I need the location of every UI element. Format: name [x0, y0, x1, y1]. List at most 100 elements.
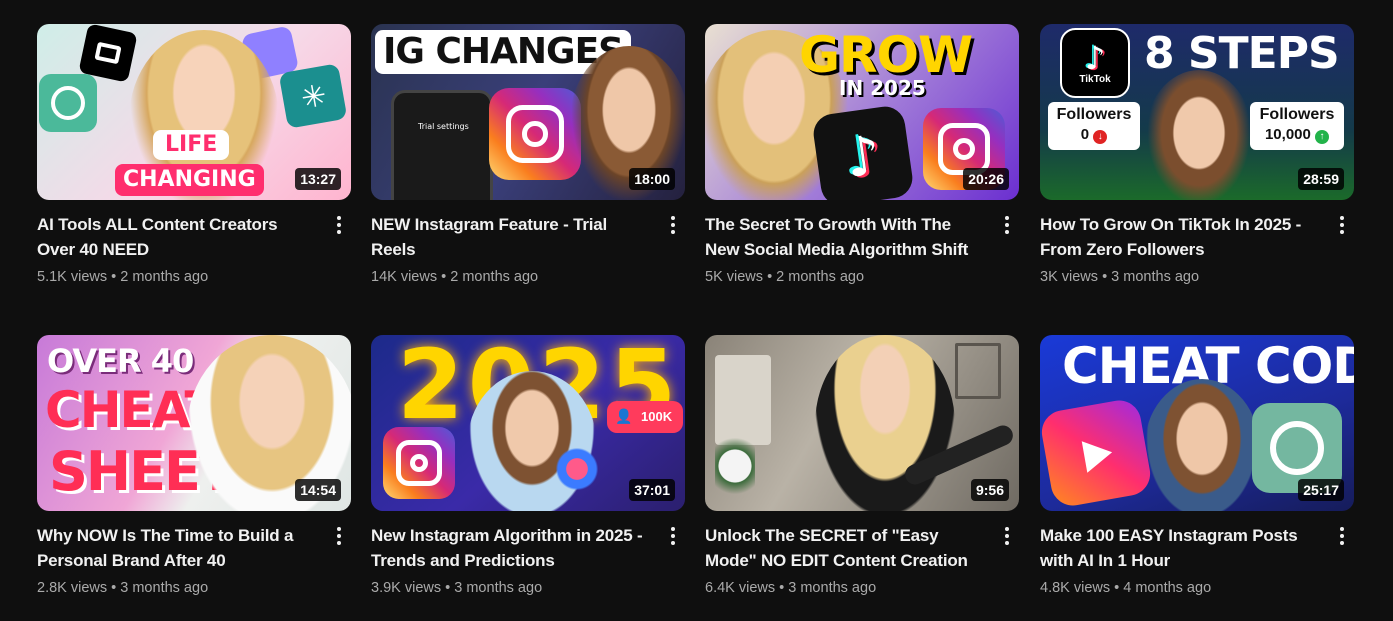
upload-age: 2 months ago	[776, 269, 865, 285]
more-vert-icon[interactable]	[661, 210, 685, 240]
more-vert-icon[interactable]	[1330, 210, 1354, 240]
reels-icon	[1040, 397, 1154, 509]
upload-age: 4 months ago	[1123, 580, 1212, 596]
video-title[interactable]: NEW Instagram Feature - Trial Reels	[371, 212, 653, 262]
video-thumbnail[interactable]: CHEAT CODE 25:17	[1040, 335, 1354, 511]
video-stats: 3.9K views • 3 months ago	[371, 578, 653, 598]
upload-age: 3 months ago	[120, 580, 209, 596]
thumbnail-text: 0	[1080, 126, 1090, 143]
video-duration: 9:56	[970, 479, 1009, 501]
video-card: ✳ LIFE CHANGING 13:27 AI Tools ALL Conte…	[37, 24, 353, 287]
view-count: 2.8K views	[37, 580, 108, 596]
separator: •	[111, 269, 117, 285]
thumbnail-text: LIFE	[153, 130, 230, 160]
video-duration: 18:00	[629, 168, 675, 190]
video-thumbnail[interactable]: 2025 👤 100K 37:01	[371, 335, 685, 511]
followers-card-start: Followers 0 ↓	[1048, 102, 1140, 150]
video-title[interactable]: How To Grow On TikTok In 2025 - From Zer…	[1040, 212, 1322, 262]
upload-age: 3 months ago	[788, 580, 877, 596]
tiktok-logo-icon: ♪ TikTok	[1060, 28, 1130, 98]
video-thumbnail[interactable]: ✳ LIFE CHANGING 13:27	[37, 24, 351, 200]
upload-age: 3 months ago	[454, 580, 543, 596]
separator: •	[445, 580, 451, 596]
video-card: ♪ TikTok 8 STEPS Followers 0 ↓ Followers…	[1040, 24, 1356, 287]
flowers-image	[715, 431, 755, 501]
video-title[interactable]: AI Tools ALL Content Creators Over 40 NE…	[37, 212, 319, 262]
view-count: 14K views	[371, 269, 438, 285]
video-title[interactable]: Unlock The SECRET of "Easy Mode" NO EDIT…	[705, 523, 987, 573]
view-count: 5.1K views	[37, 269, 108, 285]
video-duration: 37:01	[629, 479, 675, 501]
video-meta: New Instagram Algorithm in 2025 - Trends…	[371, 523, 687, 598]
more-vert-icon[interactable]	[327, 210, 351, 240]
thumbnail-text: Trial settings	[418, 122, 469, 131]
thumbnail-text: Followers	[1056, 106, 1132, 123]
video-duration: 20:26	[963, 168, 1009, 190]
followers-card-end: Followers 10,000 ↑	[1250, 102, 1344, 150]
video-thumbnail[interactable]: IG CHANGES Trial settings 18:00	[371, 24, 685, 200]
video-duration: 28:59	[1298, 168, 1344, 190]
thumbnail-text: OVER 40	[47, 342, 194, 380]
upload-age: 2 months ago	[450, 269, 539, 285]
separator: •	[779, 580, 785, 596]
video-duration: 14:54	[295, 479, 341, 501]
video-stats: 4.8K views • 4 months ago	[1040, 578, 1322, 598]
view-count: 5K views	[705, 269, 764, 285]
video-meta: Why NOW Is The Time to Build a Personal …	[37, 523, 353, 598]
presenter-image	[815, 335, 955, 511]
perplexity-icon: ✳	[278, 63, 348, 129]
video-card: 9:56 Unlock The SECRET of "Easy Mode" NO…	[705, 335, 1021, 598]
thumbnail-text: 10,000	[1264, 126, 1311, 143]
reaction-icons	[547, 439, 607, 499]
video-grid: ✳ LIFE CHANGING 13:27 AI Tools ALL Conte…	[0, 0, 1393, 621]
more-vert-icon[interactable]	[661, 521, 685, 551]
video-duration: 25:17	[1298, 479, 1344, 501]
tiktok-logo-icon: ♪	[811, 104, 915, 200]
video-title[interactable]: Make 100 EASY Instagram Posts with AI In…	[1040, 523, 1322, 573]
upload-age: 3 months ago	[1111, 269, 1200, 285]
video-meta: NEW Instagram Feature - Trial Reels 14K …	[371, 212, 687, 287]
separator: •	[767, 269, 773, 285]
more-vert-icon[interactable]	[995, 210, 1019, 240]
video-stats: 5K views • 2 months ago	[705, 267, 987, 287]
video-thumbnail[interactable]: GROW IN 2025 ♪ 20:26	[705, 24, 1019, 200]
video-card: OVER 40 CHEAT SHEET 14:54 Why NOW Is The…	[37, 335, 353, 598]
chatgpt-icon	[39, 74, 97, 132]
upload-age: 2 months ago	[120, 269, 209, 285]
video-thumbnail[interactable]: 9:56	[705, 335, 1019, 511]
more-vert-icon[interactable]	[995, 521, 1019, 551]
separator: •	[1114, 580, 1120, 596]
video-card: CHEAT CODE 25:17 Make 100 EASY Instagram…	[1040, 335, 1356, 598]
video-meta: Make 100 EASY Instagram Posts with AI In…	[1040, 523, 1356, 598]
more-vert-icon[interactable]	[1330, 521, 1354, 551]
video-stats: 6.4K views • 3 months ago	[705, 578, 987, 598]
thumbnail-text: GROW	[799, 26, 973, 84]
instagram-logo-icon	[489, 88, 581, 180]
presenter-image	[1144, 70, 1254, 200]
video-meta: The Secret To Growth With The New Social…	[705, 212, 1021, 287]
thumbnail-text: 100K	[641, 409, 673, 424]
thumbnail-text: TikTok	[1079, 73, 1111, 85]
presenter-image	[1144, 379, 1260, 511]
view-count: 3K views	[1040, 269, 1099, 285]
badge-followers: 👤 100K	[607, 401, 683, 433]
phone-image: Trial settings	[391, 90, 493, 200]
thumbnail-text: CHANGING	[115, 164, 264, 196]
video-meta: AI Tools ALL Content Creators Over 40 NE…	[37, 212, 353, 287]
video-thumbnail[interactable]: OVER 40 CHEAT SHEET 14:54	[37, 335, 351, 511]
video-thumbnail[interactable]: ♪ TikTok 8 STEPS Followers 0 ↓ Followers…	[1040, 24, 1354, 200]
video-meta: How To Grow On TikTok In 2025 - From Zer…	[1040, 212, 1356, 287]
video-title[interactable]: New Instagram Algorithm in 2025 - Trends…	[371, 523, 653, 573]
video-title[interactable]: Why NOW Is The Time to Build a Personal …	[37, 523, 319, 573]
video-stats: 2.8K views • 3 months ago	[37, 578, 319, 598]
video-duration: 13:27	[295, 168, 341, 190]
separator: •	[1102, 269, 1108, 285]
thumbnail-text: IN 2025	[839, 76, 926, 100]
video-stats: 14K views • 2 months ago	[371, 267, 653, 287]
video-card: IG CHANGES Trial settings 18:00 NEW Inst…	[371, 24, 687, 287]
video-title[interactable]: The Secret To Growth With The New Social…	[705, 212, 987, 262]
view-count: 3.9K views	[371, 580, 442, 596]
more-vert-icon[interactable]	[327, 521, 351, 551]
video-meta: Unlock The SECRET of "Easy Mode" NO EDIT…	[705, 523, 1021, 598]
thumbnail-text: Followers	[1259, 106, 1335, 123]
